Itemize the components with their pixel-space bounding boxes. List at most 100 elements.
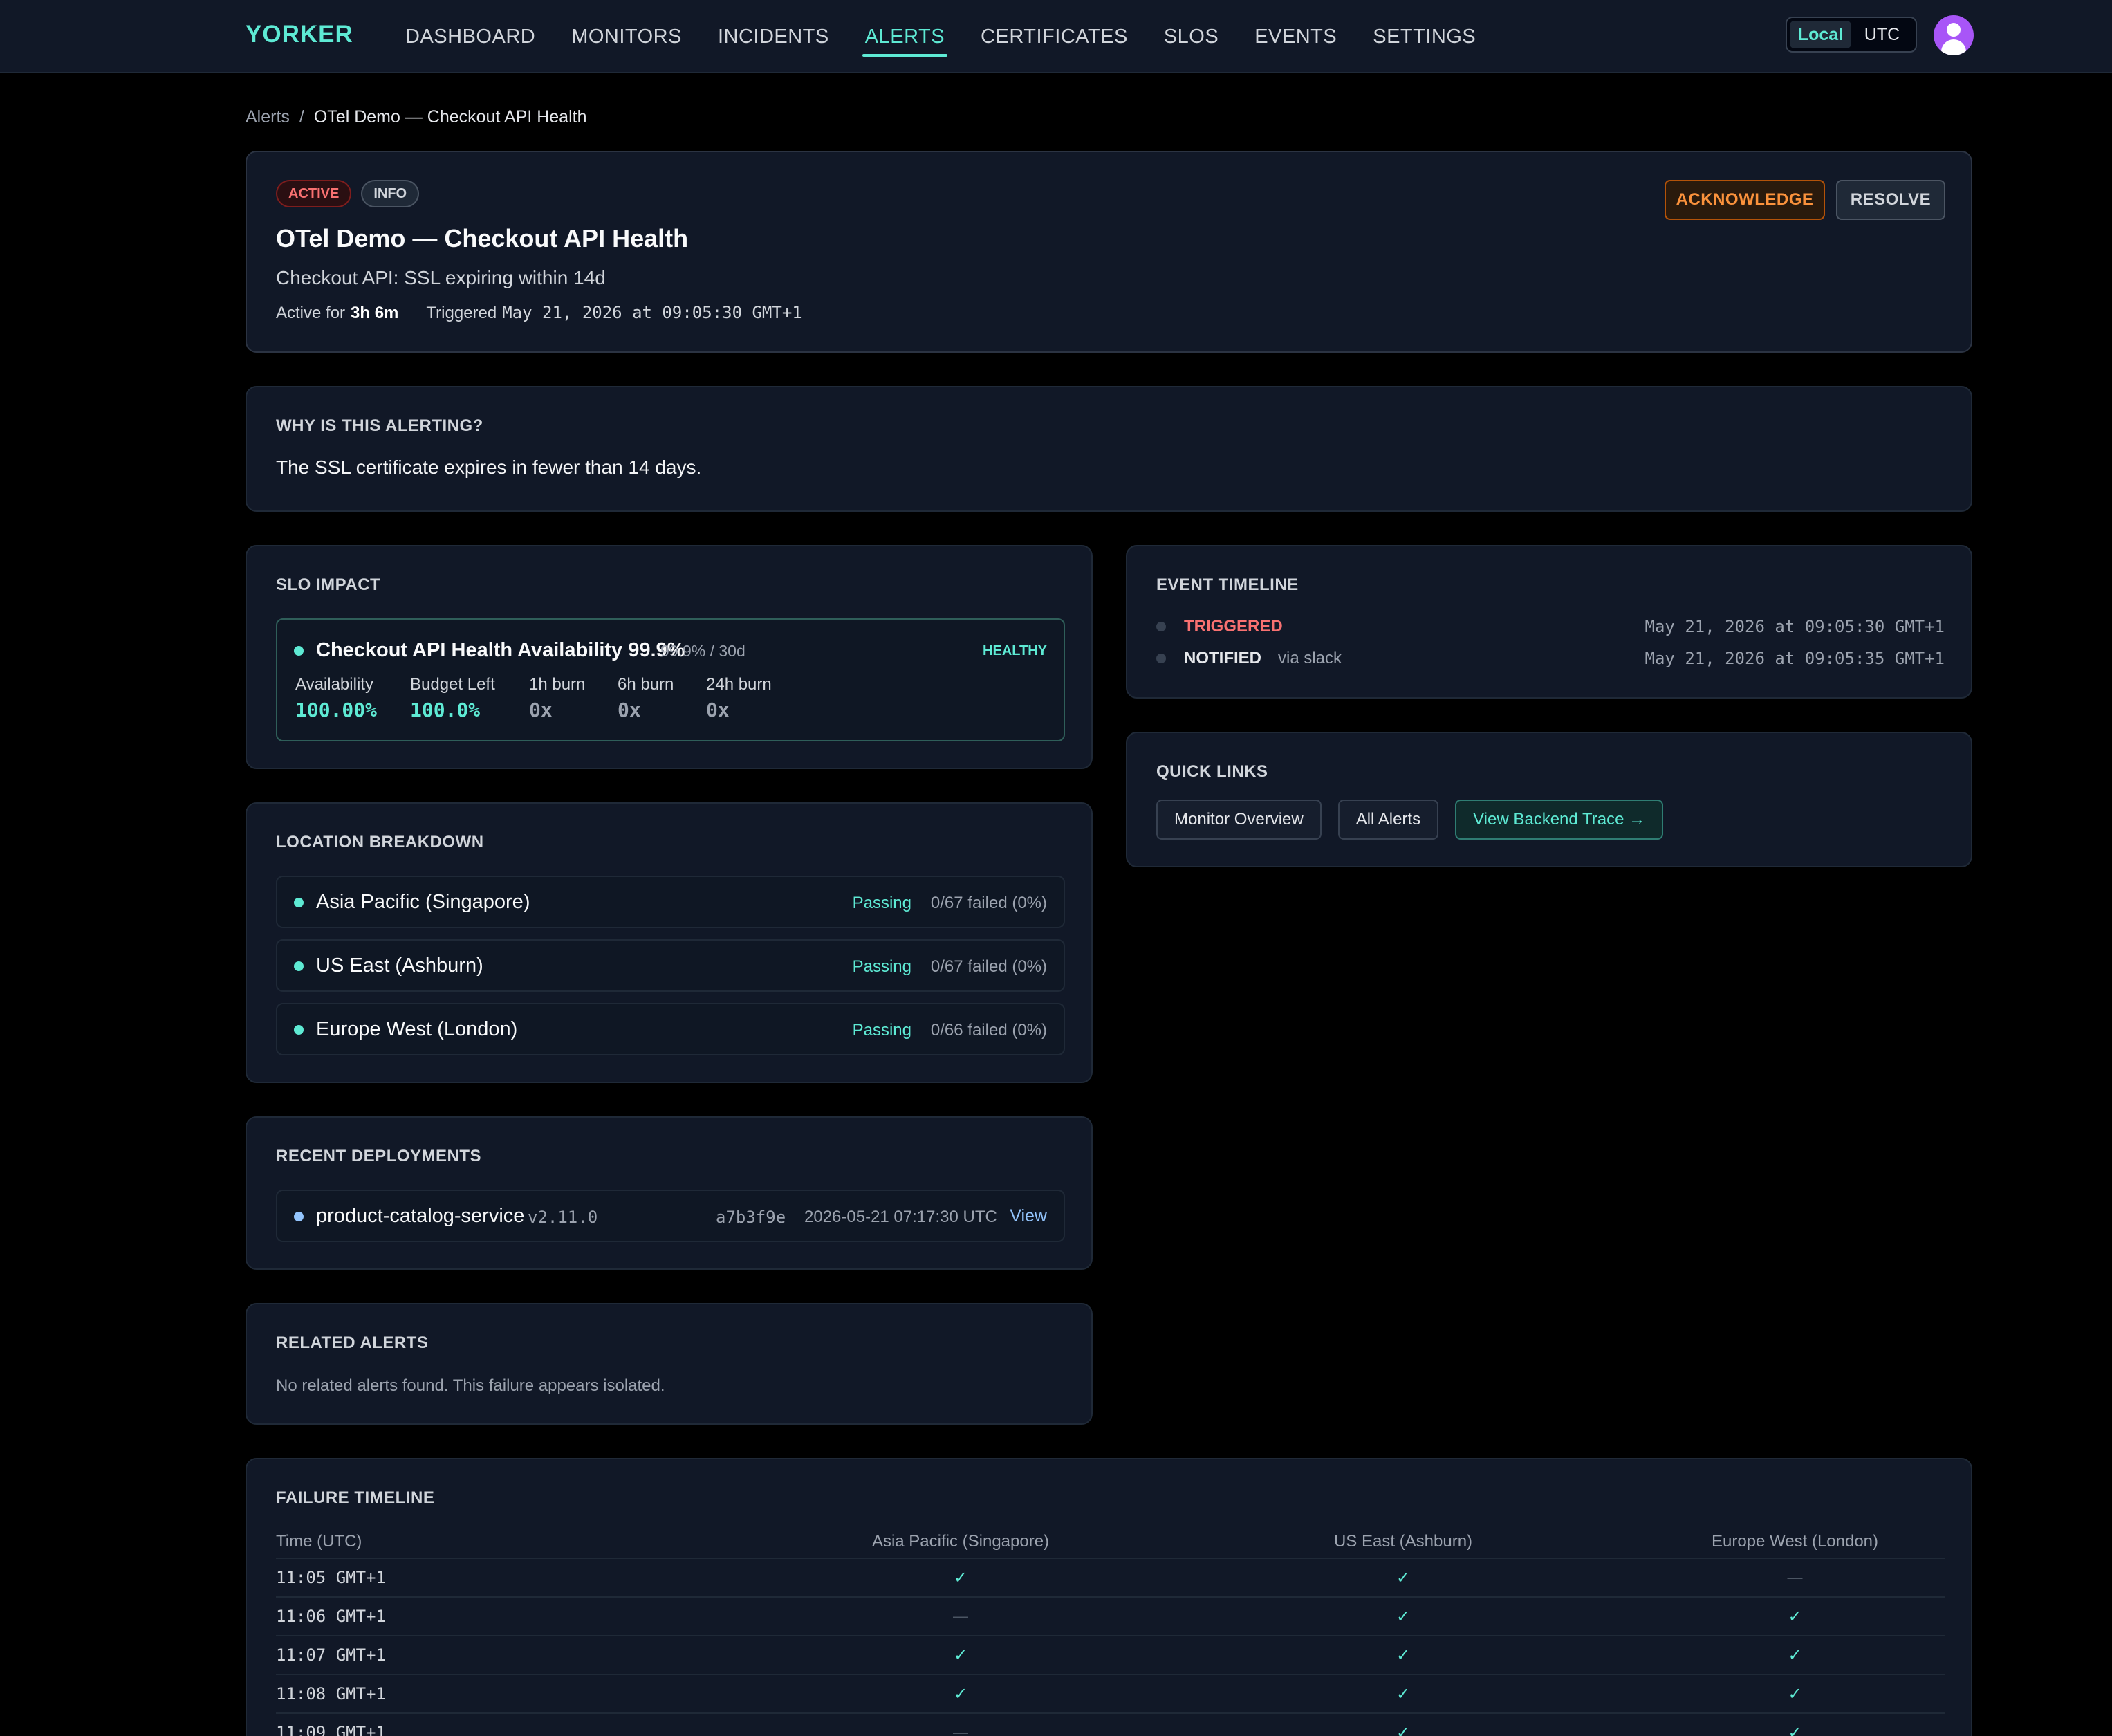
location-failed: 0/67 failed (0%) — [930, 957, 1047, 976]
all-alerts-link[interactable]: All Alerts — [1337, 800, 1439, 840]
main-nav: DASHBOARD MONITORS INCIDENTS ALERTS CERT… — [387, 0, 1494, 73]
metric-value: 0x — [618, 699, 641, 721]
no-data-dash: — — [953, 1607, 968, 1625]
breadcrumb-separator: / — [299, 107, 304, 127]
slo-impact-card: SLO IMPACT Checkout API Health Availabil… — [246, 545, 1093, 769]
location-status: Passing — [852, 957, 911, 976]
metric-value: 100.0% — [410, 699, 481, 721]
active-for-value: 3h 6m — [351, 304, 399, 322]
timeline-time: 11:07 GMT+1 — [276, 1645, 386, 1665]
location-row[interactable]: Asia Pacific (Singapore) Passing 0/67 fa… — [276, 876, 1065, 928]
table-row: 11:05 GMT+1 ✓ ✓ — — [276, 1559, 1945, 1598]
triggered-value: May 21, 2026 at 09:05:30 GMT+1 — [502, 303, 802, 322]
acknowledge-button[interactable]: ACKNOWLEDGE — [1665, 180, 1825, 220]
view-backend-trace-link[interactable]: View Backend Trace → — [1455, 800, 1664, 840]
nav-monitors[interactable]: MONITORS — [553, 0, 700, 73]
check-icon: ✓ — [953, 1568, 968, 1587]
tz-utc-button[interactable]: UTC — [1851, 21, 1913, 48]
slo-metric-budget: Budget Left 100.0% — [410, 675, 495, 721]
brand-logo[interactable]: YORKER — [246, 21, 353, 48]
deployment-view-link[interactable]: View — [1010, 1206, 1047, 1226]
nav-certificates[interactable]: CERTIFICATES — [963, 0, 1146, 73]
metric-value: 0x — [529, 699, 553, 721]
nav-settings[interactable]: SETTINGS — [1355, 0, 1494, 73]
why-alerting-card: WHY IS THIS ALERTING? The SSL certificat… — [246, 386, 1972, 512]
table-header: Time (UTC) Asia Pacific (Singapore) US E… — [276, 1526, 1945, 1559]
column-header: Time (UTC) — [276, 1532, 362, 1551]
slo-metric-1h-burn: 1h burn 0x — [529, 675, 585, 721]
check-icon: ✓ — [1788, 1607, 1802, 1626]
alert-subtitle: Checkout API: SSL expiring within 14d — [276, 267, 606, 288]
location-row[interactable]: US East (Ashburn) Passing 0/67 failed (0… — [276, 939, 1065, 992]
slo-metric-24h-burn: 24h burn 0x — [706, 675, 772, 721]
quick-links-title: QUICK LINKS — [1156, 762, 1268, 781]
event-timeline-title: EVENT TIMELINE — [1156, 575, 1299, 594]
column-header: US East (Ashburn) — [1333, 1532, 1473, 1551]
nav-slos[interactable]: SLOS — [1146, 0, 1236, 73]
table-row: 11:06 GMT+1 — ✓ ✓ — [276, 1598, 1945, 1636]
failure-timeline-table: Time (UTC) Asia Pacific (Singapore) US E… — [276, 1526, 1945, 1736]
event-dot-icon — [1156, 654, 1166, 663]
location-status: Passing — [852, 894, 911, 912]
location-status-dot-icon — [294, 898, 304, 907]
nav-incidents[interactable]: INCIDENTS — [700, 0, 847, 73]
deployment-dot-icon — [294, 1212, 304, 1221]
no-data-dash: — — [1787, 1569, 1803, 1586]
tz-local-button[interactable]: Local — [1790, 21, 1851, 48]
breadcrumb-current: OTel Demo — Checkout API Health — [313, 107, 587, 127]
recent-deployments-title: RECENT DEPLOYMENTS — [276, 1147, 482, 1165]
breadcrumb: Alerts / OTel Demo — Checkout API Health — [246, 107, 586, 127]
event-time: May 21, 2026 at 09:05:35 GMT+1 — [1645, 649, 1945, 668]
metric-label: Budget Left — [410, 675, 495, 694]
location-status-dot-icon — [294, 1025, 304, 1035]
event-dot-icon — [1156, 622, 1166, 631]
check-icon: ✓ — [1788, 1645, 1802, 1665]
metric-label: Availability — [295, 675, 373, 694]
triggered-label: Triggered — [426, 304, 497, 322]
metric-label: 24h burn — [706, 675, 772, 694]
location-name: US East (Ashburn) — [316, 954, 483, 977]
deployment-time: 2026-05-21 07:17:30 UTC — [804, 1208, 997, 1226]
deployment-sha: a7b3f9e — [716, 1208, 786, 1227]
check-icon: ✓ — [953, 1684, 968, 1703]
slo-metric-availability: Availability 100.00% — [295, 675, 377, 721]
timeline-time: 11:06 GMT+1 — [276, 1607, 386, 1626]
nav-dashboard[interactable]: DASHBOARD — [387, 0, 553, 73]
monitor-overview-link[interactable]: Monitor Overview — [1156, 800, 1322, 840]
recent-deployments-card: RECENT DEPLOYMENTS product-catalog-servi… — [246, 1116, 1093, 1270]
slo-impact-title: SLO IMPACT — [276, 575, 381, 594]
location-failed: 0/66 failed (0%) — [930, 1021, 1047, 1040]
location-name: Europe West (London) — [316, 1018, 518, 1040]
event-note: via slack — [1278, 649, 1342, 667]
top-nav-bar: YORKER DASHBOARD MONITORS INCIDENTS ALER… — [0, 0, 2112, 73]
slo-target: 99.9% / 30d — [660, 642, 745, 660]
nav-alerts[interactable]: ALERTS — [847, 0, 963, 73]
timezone-toggle: Local UTC — [1786, 17, 1917, 53]
deployment-row: product-catalog-service v2.11.0 a7b3f9e … — [276, 1190, 1065, 1242]
event-row: NOTIFIED via slack May 21, 2026 at 09:05… — [1156, 645, 1945, 672]
why-alerting-text: The SSL certificate expires in fewer tha… — [276, 456, 702, 478]
check-icon: ✓ — [1396, 1607, 1411, 1626]
related-alerts-card: RELATED ALERTS No related alerts found. … — [246, 1303, 1093, 1425]
timeline-time: 11:05 GMT+1 — [276, 1568, 386, 1587]
deployment-version: v2.11.0 — [528, 1208, 598, 1227]
resolve-button[interactable]: RESOLVE — [1836, 180, 1945, 220]
user-avatar-icon[interactable] — [1934, 15, 1974, 55]
related-alerts-title: RELATED ALERTS — [276, 1333, 429, 1352]
location-status-dot-icon — [294, 961, 304, 971]
location-failed: 0/67 failed (0%) — [930, 894, 1047, 912]
slo-item[interactable]: Checkout API Health Availability 99.9% 9… — [276, 618, 1065, 741]
event-name: NOTIFIED — [1184, 649, 1261, 667]
metric-label: 6h burn — [618, 675, 674, 694]
location-row[interactable]: Europe West (London) Passing 0/66 failed… — [276, 1003, 1065, 1055]
timeline-time: 11:09 GMT+1 — [276, 1723, 386, 1736]
breadcrumb-alerts-link[interactable]: Alerts — [246, 107, 290, 127]
check-icon: ✓ — [1396, 1723, 1411, 1736]
nav-events[interactable]: EVENTS — [1236, 0, 1355, 73]
slo-name: Checkout API Health Availability 99.9% — [316, 639, 685, 661]
page-title: OTel Demo — Checkout API Health — [276, 224, 689, 252]
alert-header-card: ACTIVE INFO OTel Demo — Checkout API Hea… — [246, 151, 1972, 353]
event-timeline-card: EVENT TIMELINE TRIGGERED May 21, 2026 at… — [1126, 545, 1972, 699]
table-row: 11:09 GMT+1 — ✓ ✓ — [276, 1714, 1945, 1736]
check-icon: ✓ — [1788, 1723, 1802, 1736]
